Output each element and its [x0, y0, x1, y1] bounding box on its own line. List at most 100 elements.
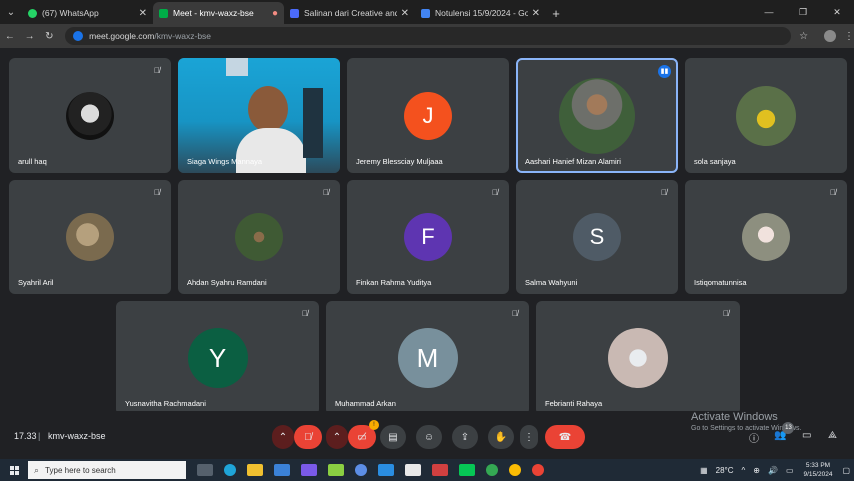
new-tab-button[interactable]: +: [546, 2, 566, 24]
vscode-icon[interactable]: [378, 464, 394, 476]
chat-icon[interactable]: ▭: [802, 430, 811, 441]
participant-name: Syahril Aril: [18, 278, 54, 287]
volume-icon[interactable]: 🔊: [768, 466, 778, 475]
maximize-icon[interactable]: ❐: [786, 7, 820, 18]
tab-meet[interactable]: Meet - kmv-waxz-bse ●: [153, 2, 284, 24]
chrome-icon[interactable]: [532, 464, 544, 476]
mic-off-icon: 🎙̸: [154, 188, 160, 197]
mail-icon[interactable]: [274, 464, 290, 476]
task-view-icon[interactable]: [197, 464, 213, 476]
participant-tile[interactable]: J Jeremy Blessciay Muljaaa: [347, 58, 509, 173]
close-window-icon[interactable]: ✕: [820, 7, 854, 18]
participant-tile[interactable]: F 🎙̸ Finkan Rahma Yuditya: [347, 180, 509, 294]
people-count-badge: 13: [782, 422, 795, 434]
back-icon[interactable]: ←: [0, 31, 20, 42]
network-icon[interactable]: ⊕: [753, 466, 760, 475]
chrome-icon[interactable]: [509, 464, 521, 476]
participant-avatar: M: [397, 328, 458, 388]
participant-name: Istiqomatunnisa: [694, 278, 747, 287]
close-tab-icon[interactable]: ✕: [532, 8, 540, 19]
present-button[interactable]: ⇪: [452, 425, 478, 449]
mic-toggle-button[interactable]: 🎙̸: [294, 425, 322, 449]
close-tab-icon[interactable]: ●: [272, 8, 278, 19]
avatar-letter: Y: [208, 342, 227, 373]
weather-icon[interactable]: ▦: [700, 466, 708, 475]
leave-call-button[interactable]: ☎: [545, 425, 585, 449]
tab-notulensi[interactable]: Notulensi 15/9/2024 - Google ✕: [415, 2, 546, 24]
meeting-code: kmv-waxz-bse: [48, 431, 106, 441]
chrome-icon[interactable]: [486, 464, 498, 476]
mic-off-icon: 🎙̸: [304, 431, 312, 443]
battery-icon[interactable]: ▭: [786, 466, 794, 475]
captions-button[interactable]: ▤: [380, 425, 406, 449]
app-icon[interactable]: [432, 464, 448, 476]
close-tab-icon[interactable]: ✕: [139, 8, 147, 19]
mic-off-icon: 🎙̸: [723, 309, 729, 318]
taskbar-search-input[interactable]: ⌕ Type here to search: [28, 461, 186, 479]
docs-favicon-icon: [421, 8, 430, 18]
participant-tile[interactable]: 🎙̸ Febrianti Rahaya: [536, 301, 740, 415]
tab-whatsapp[interactable]: (67) WhatsApp ✕: [22, 2, 153, 24]
start-button[interactable]: [0, 465, 28, 475]
participant-avatar: [66, 91, 114, 140]
notifications-icon[interactable]: ▢: [842, 466, 850, 475]
taskbar-clock[interactable]: 5:33 PM 9/15/2024: [804, 461, 833, 479]
avatar-letter: M: [416, 342, 439, 373]
more-options-button[interactable]: ⋮: [520, 425, 538, 449]
activities-icon[interactable]: ⟁: [828, 430, 837, 441]
participant-tile[interactable]: Y 🎙̸ Yusnavitha Rachmadani: [116, 301, 319, 415]
chevron-up-icon[interactable]: ^: [742, 466, 746, 475]
file-explorer-icon[interactable]: [247, 464, 263, 476]
people-icon[interactable]: 👥 13: [774, 422, 795, 441]
captions-icon: ▤: [388, 431, 398, 443]
close-tab-icon[interactable]: ✕: [401, 8, 409, 19]
participant-tile[interactable]: Siaga Wings Mannaya: [178, 58, 340, 173]
bookmark-star-icon[interactable]: ☆: [799, 31, 808, 42]
participant-name: Jeremy Blessciay Muljaaa: [356, 157, 443, 166]
weather-temp[interactable]: 28°C: [716, 466, 734, 475]
browser-menu-icon[interactable]: ⋮: [844, 31, 854, 42]
site-info-icon[interactable]: [73, 31, 84, 41]
taskbar-time: 5:33 PM: [805, 462, 831, 469]
app-icon[interactable]: [301, 464, 317, 476]
participant-tile[interactable]: 🎙̸ Ahdan Syahru Ramdani: [178, 180, 340, 294]
mic-off-icon: 🎙̸: [302, 309, 308, 318]
participant-name: sola sanjaya: [694, 157, 736, 166]
camera-options-button[interactable]: ⌃: [326, 425, 348, 449]
notes-icon[interactable]: [405, 464, 421, 476]
raise-hand-button[interactable]: ✋: [488, 425, 514, 449]
forward-icon[interactable]: →: [20, 31, 40, 42]
paint-icon[interactable]: [328, 464, 344, 476]
participant-tile[interactable]: M 🎙̸ Muhammad Arkan: [326, 301, 529, 415]
window-controls: — ❐ ✕: [752, 0, 854, 24]
participant-tile[interactable]: ▮▮ Aashari Hanief Mizan Alamiri: [516, 58, 678, 173]
line-icon[interactable]: [459, 464, 475, 476]
reload-icon[interactable]: ↻: [39, 31, 59, 42]
participant-name: Siaga Wings Mannaya: [187, 157, 263, 166]
participant-tile[interactable]: sola sanjaya: [685, 58, 847, 173]
participant-avatar: J: [404, 91, 452, 140]
edge-icon[interactable]: [224, 464, 236, 476]
minimize-icon[interactable]: —: [752, 7, 786, 17]
app-r-icon[interactable]: [355, 464, 367, 476]
tab-title: Meet - kmv-waxz-bse: [173, 8, 254, 18]
mic-options-button[interactable]: ⌃: [272, 425, 294, 449]
participant-tile[interactable]: S 🎙̸ Salma Wahyuni: [516, 180, 678, 294]
participant-tile[interactable]: 🎙̸ arull haq: [9, 58, 171, 173]
participant-tile[interactable]: 🎙̸ Istiqomatunnisa: [685, 180, 847, 294]
meeting-info-icon[interactable]: ⓘ: [749, 430, 759, 445]
meet-favicon-icon: [159, 8, 168, 18]
participant-tile[interactable]: 🎙̸ Syahril Aril: [9, 180, 171, 294]
participant-avatar: [742, 213, 790, 261]
meeting-grid: 🎙̸ arull haq Siaga Wings Mannaya J Jerem…: [0, 48, 854, 459]
camera-toggle-button[interactable]: ▭̸ !: [348, 420, 379, 449]
tab-search-icon[interactable]: ⌄: [0, 0, 22, 24]
participant-name: Febrianti Rahaya: [545, 399, 603, 408]
url-input[interactable]: meet.google.com/kmv-waxz-bse: [65, 27, 792, 45]
emoji-button[interactable]: ☺: [416, 425, 442, 449]
url-host: meet.google.com: [89, 31, 155, 41]
profile-avatar[interactable]: [824, 30, 836, 42]
tab-salinan[interactable]: Salinan dari Creative and Mini ✕: [284, 2, 415, 24]
participant-name: Salma Wahyuni: [525, 278, 578, 287]
participant-avatar: [66, 213, 114, 261]
